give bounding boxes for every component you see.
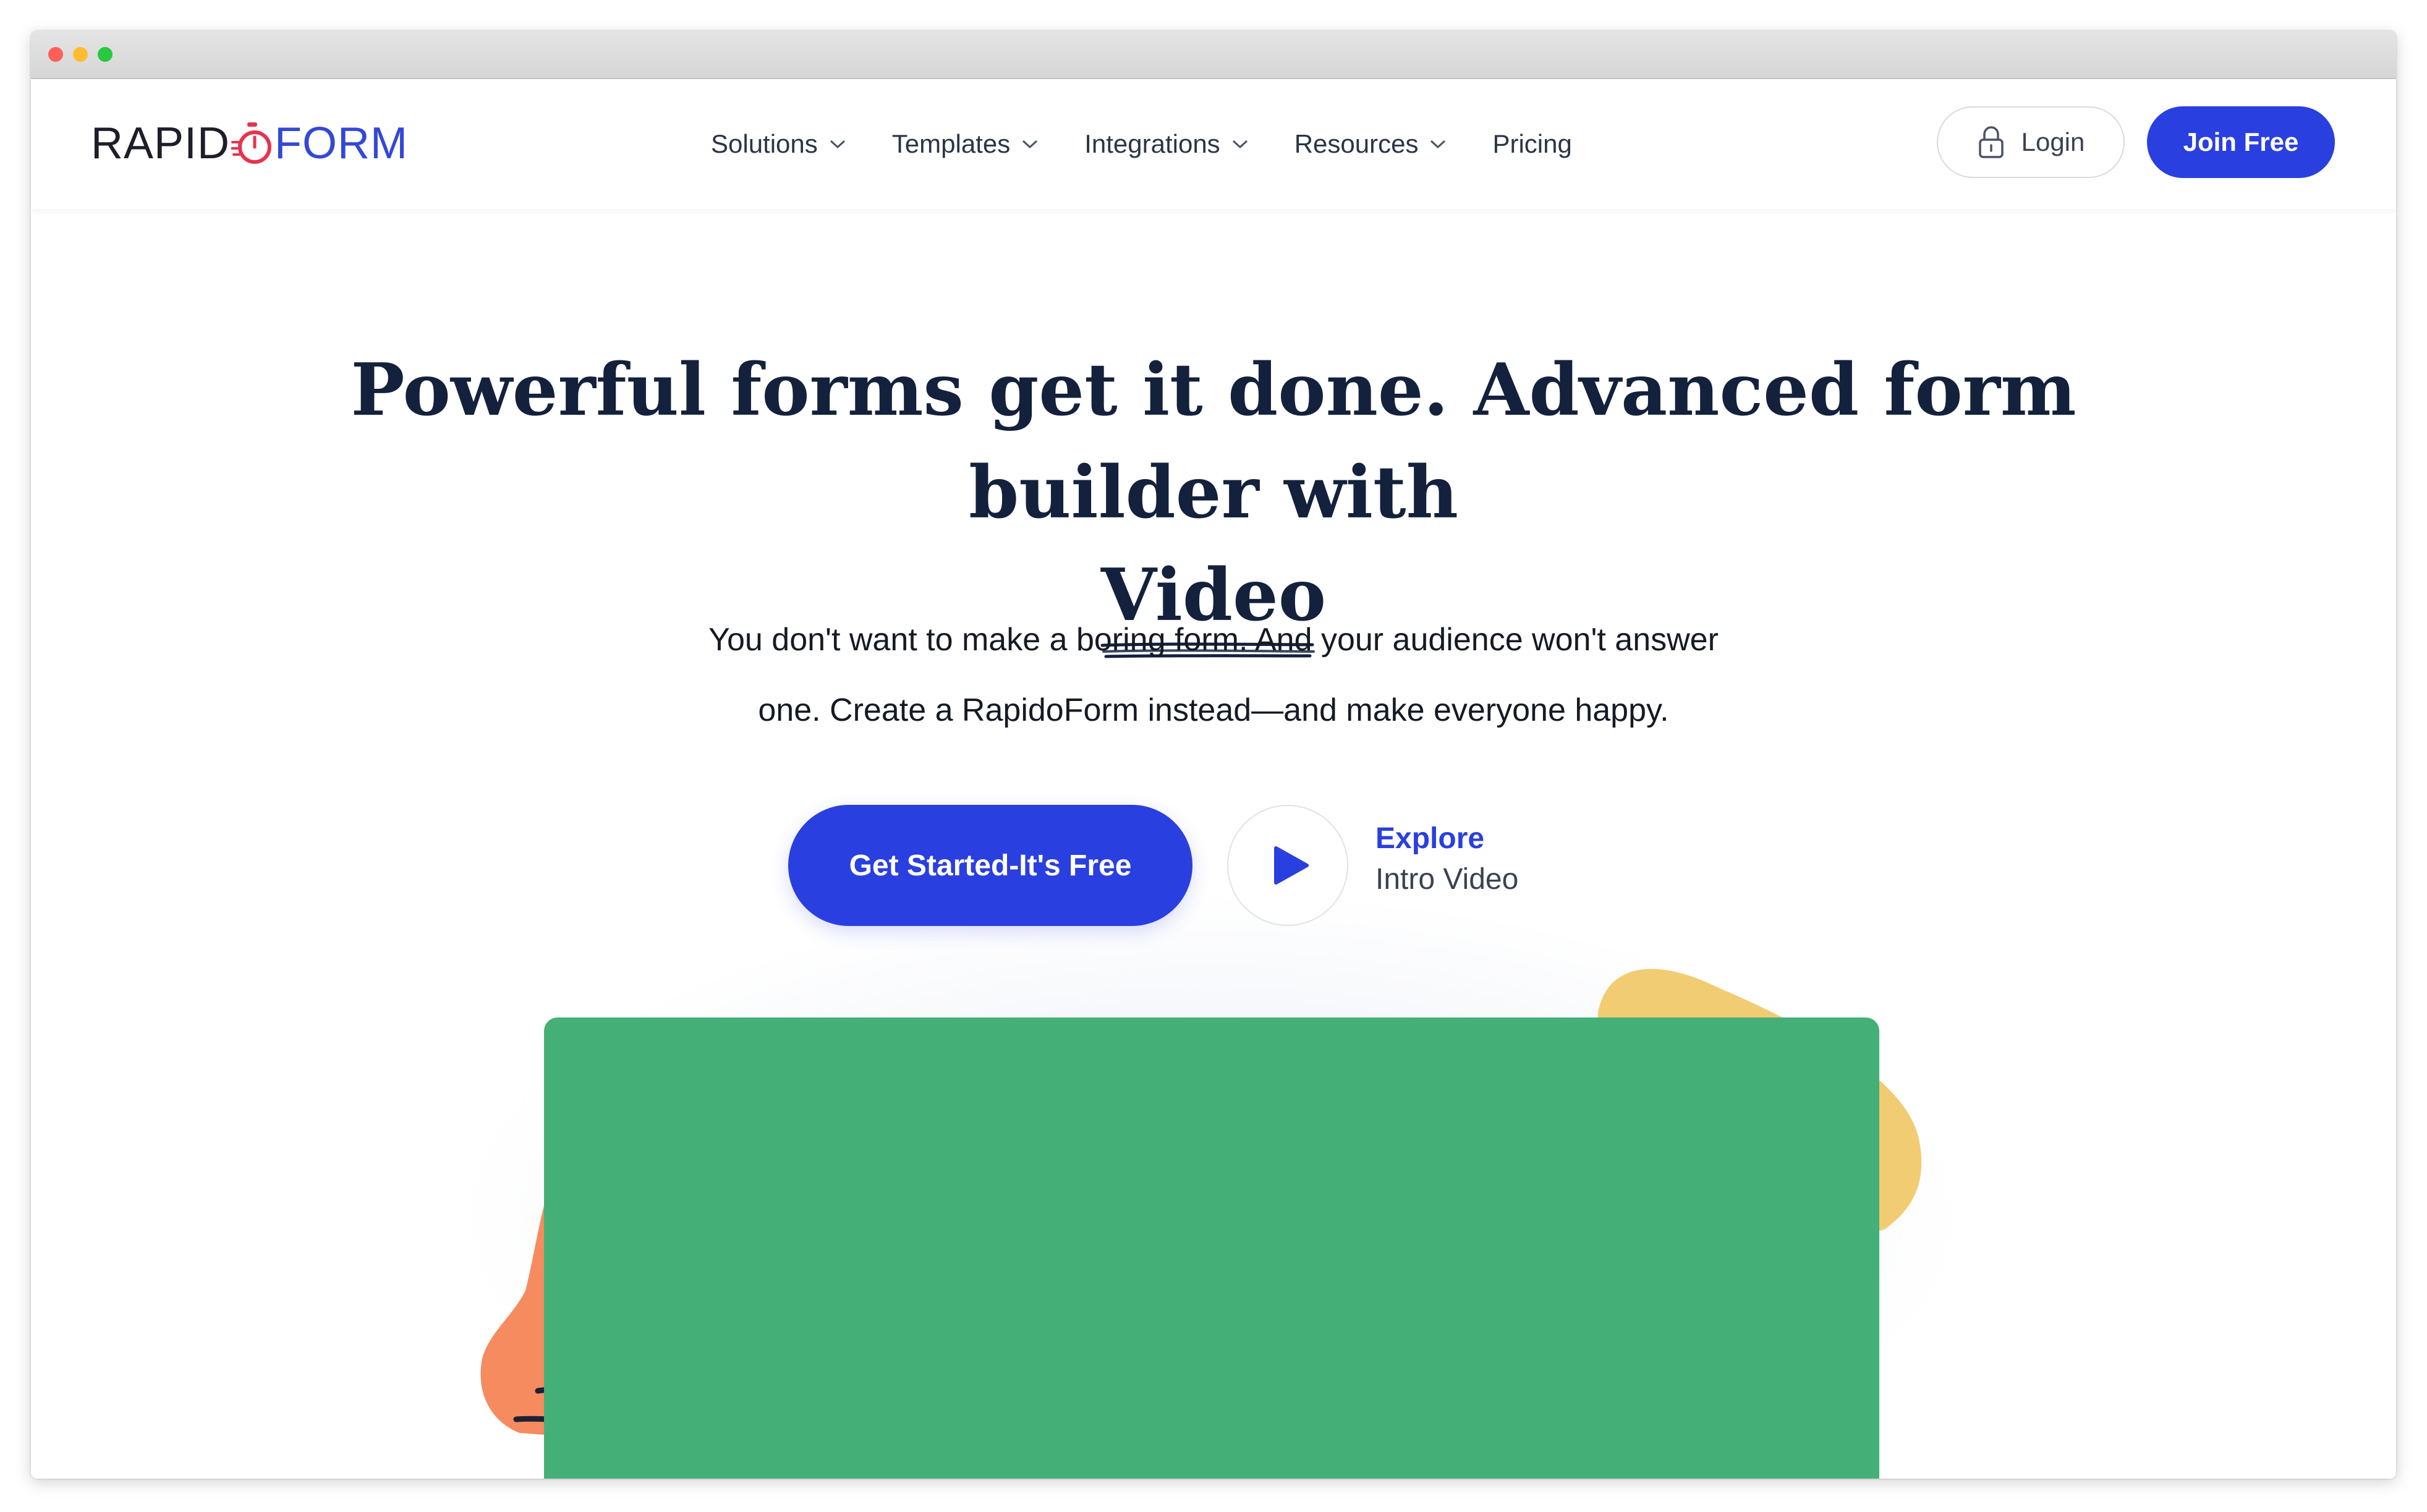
close-window-button[interactable] [48, 47, 63, 62]
explore-link[interactable]: Explore [1375, 818, 1518, 859]
get-started-button[interactable]: Get Started-It's Free [788, 805, 1192, 926]
main-nav: Solutions Templates Integrations Resourc… [711, 116, 1618, 172]
hero-title-line: Powerful forms get it done. Advanced for… [351, 348, 2076, 535]
login-button-label: Login [2021, 127, 2085, 156]
nav-item-integrations[interactable]: Integrations [1084, 129, 1248, 159]
logo-text-form: FORM [274, 119, 409, 168]
hero-subtitle-line: one. Create a RapidoForm instead—and mak… [758, 692, 1669, 728]
chevron-down-icon [1232, 140, 1248, 149]
nav-item-resources[interactable]: Resources [1294, 129, 1447, 159]
nav-item-label: Solutions [711, 129, 818, 158]
maximize-window-button[interactable] [98, 47, 113, 62]
logo-text-rapid: RAPID [91, 119, 231, 168]
nav-item-label: Integrations [1084, 129, 1220, 158]
play-icon [1274, 846, 1309, 885]
hero-title: Powerful forms get it done. Advanced for… [216, 339, 2211, 658]
join-free-button[interactable]: Join Free [2147, 106, 2335, 178]
chevron-down-icon [1022, 140, 1038, 149]
chevron-down-icon [830, 140, 845, 149]
minimize-window-button[interactable] [73, 47, 88, 62]
nav-item-pricing[interactable]: Pricing [1492, 129, 1571, 159]
hero-subtitle: You don't want to make a boring form. An… [587, 605, 1840, 745]
web-page: RAPID FORM Solutions Templates Integrati… [31, 79, 2396, 1479]
window-titlebar [31, 31, 2396, 79]
login-button[interactable]: Login [1937, 106, 2125, 178]
play-video-button[interactable] [1227, 805, 1348, 926]
stopwatch-icon [231, 122, 272, 164]
illustration-green-card [544, 1017, 1879, 1479]
top-navbar: RAPID FORM Solutions Templates Integrati… [31, 79, 2396, 209]
hero-subtitle-line: You don't want to make a boring form. An… [708, 622, 1719, 658]
explore-intro-video: Explore Intro Video [1375, 818, 1518, 900]
nav-item-templates[interactable]: Templates [892, 129, 1039, 159]
nav-item-label: Resources [1294, 129, 1419, 158]
browser-window: RAPID FORM Solutions Templates Integrati… [31, 31, 2396, 1479]
explore-subtitle: Intro Video [1375, 863, 1519, 896]
chevron-down-icon [1430, 140, 1446, 149]
brand-logo[interactable]: RAPID FORM [91, 119, 408, 168]
lock-icon [1978, 126, 2004, 158]
nav-item-label: Templates [891, 129, 1011, 158]
nav-item-solutions[interactable]: Solutions [711, 129, 846, 159]
nav-item-label: Pricing [1492, 129, 1572, 158]
